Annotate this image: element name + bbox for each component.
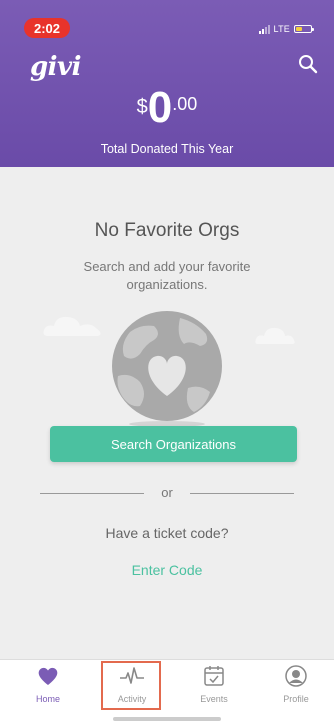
amount-cents: .00 bbox=[172, 94, 198, 114]
divider-line-right bbox=[190, 493, 294, 494]
ticket-code-prompt: Have a ticket code? bbox=[105, 525, 229, 541]
tab-home[interactable]: Home bbox=[18, 664, 78, 704]
globe-heart-icon bbox=[112, 311, 222, 427]
calendar-check-icon bbox=[204, 666, 224, 686]
header: 2:02 LTE givi $0.00 Total Donated This Y… bbox=[0, 0, 334, 167]
cloud-left-icon bbox=[43, 316, 101, 336]
signal-icon bbox=[258, 24, 270, 34]
total-donated-amount: $0.00 bbox=[0, 86, 334, 134]
tab-events-label: Events bbox=[200, 694, 228, 704]
or-divider: or bbox=[40, 484, 294, 502]
empty-state-subtitle: Search and add your favorite organizatio… bbox=[83, 259, 251, 292]
heart-icon bbox=[38, 667, 58, 685]
tab-events[interactable]: Events bbox=[184, 664, 244, 704]
cloud-right-icon bbox=[255, 327, 295, 344]
activity-tab-highlight bbox=[101, 661, 161, 710]
total-donated-label: Total Donated This Year bbox=[100, 142, 234, 156]
currency-symbol: $ bbox=[136, 96, 148, 118]
network-type: LTE bbox=[273, 24, 290, 34]
profile-icon bbox=[285, 665, 307, 687]
search-organizations-button[interactable]: Search Organizations bbox=[50, 426, 297, 462]
battery-icon bbox=[294, 25, 314, 33]
tab-profile-label: Profile bbox=[283, 694, 309, 704]
search-icon bbox=[299, 55, 318, 74]
tab-profile[interactable]: Profile bbox=[266, 664, 326, 704]
app-logo: givi bbox=[30, 52, 82, 82]
tab-home-label: Home bbox=[35, 694, 60, 704]
enter-code-link[interactable]: Enter Code bbox=[117, 562, 217, 578]
search-button[interactable] bbox=[296, 52, 320, 76]
amount-whole: 0 bbox=[147, 83, 173, 132]
empty-state-title: No Favorite Orgs bbox=[94, 220, 240, 241]
status-indicators: LTE bbox=[258, 24, 314, 34]
tab-bar: Home Activity Events Profile bbox=[0, 659, 334, 725]
globe-heart-illustration bbox=[110, 310, 225, 428]
status-time: 2:02 bbox=[24, 18, 70, 38]
home-indicator[interactable] bbox=[113, 717, 221, 721]
